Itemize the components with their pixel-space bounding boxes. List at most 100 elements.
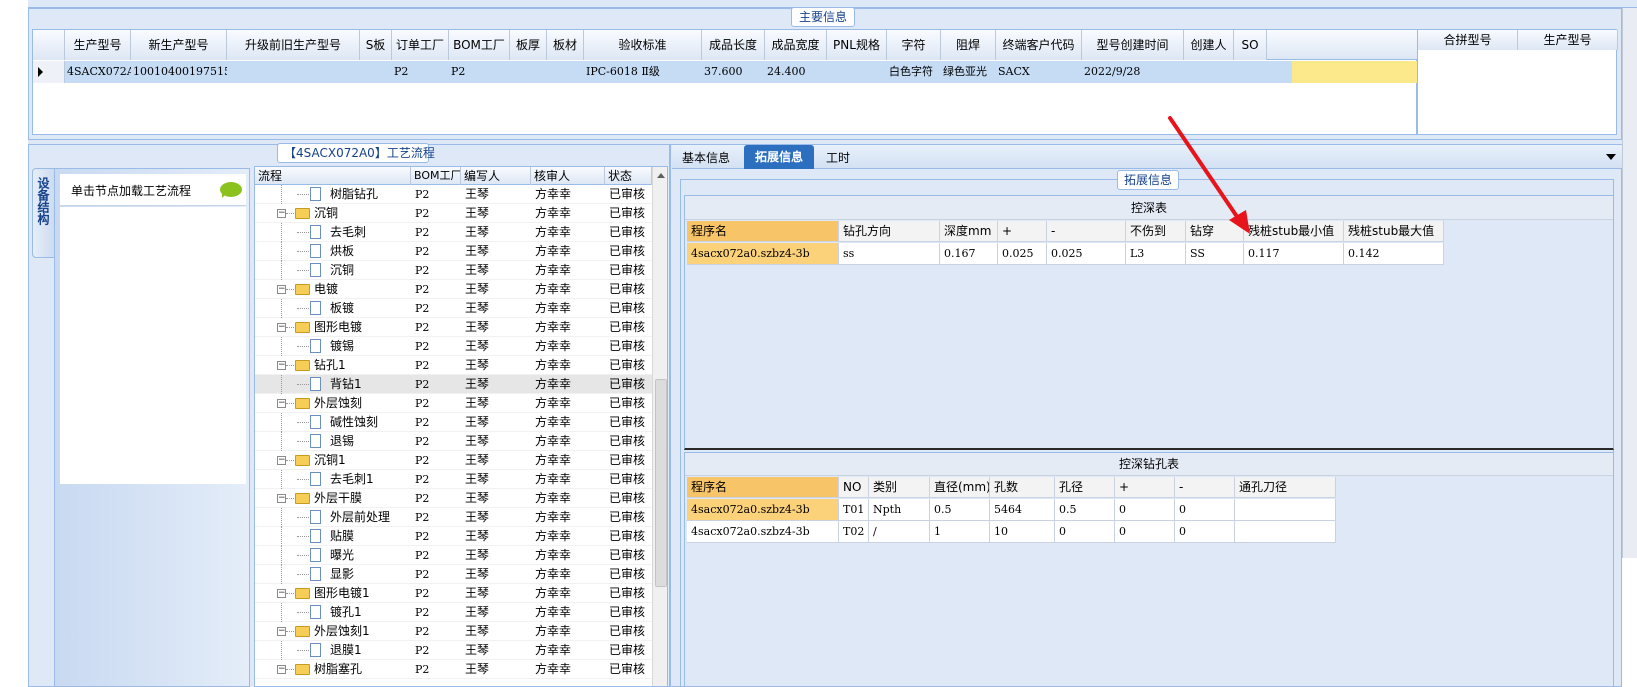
tree-row[interactable]: 板镀 P2 王琴 方幸幸 已审核 <box>255 299 652 318</box>
tree-cell-writer[interactable]: 王琴 <box>465 451 531 470</box>
collapse-toggle-icon[interactable]: − <box>277 285 286 294</box>
tree-cell-reviewer[interactable]: 方幸幸 <box>535 261 605 280</box>
tree-row[interactable]: − 外层蚀刻1 P2 王琴 方幸幸 已审核 <box>255 622 652 641</box>
table-row[interactable]: 4SACX072A010010400197515 P2P2 IPC-6018 Ⅱ级3… <box>33 61 1418 83</box>
tree-node-label[interactable]: 镀孔1 <box>330 603 410 622</box>
table-cell[interactable]: 0 <box>1175 499 1235 521</box>
tree-cell-status[interactable]: 已审核 <box>609 489 652 508</box>
table-cell[interactable]: 1 <box>930 521 990 543</box>
tree-cell-status[interactable]: 已审核 <box>609 242 652 261</box>
tree-row[interactable]: 树脂钻孔 P2 王琴 方幸幸 已审核 <box>255 185 652 204</box>
table-cell[interactable]: Npth <box>869 499 930 521</box>
tree-cell-reviewer[interactable]: 方幸幸 <box>535 204 605 223</box>
tree-cell-factory[interactable]: P2 <box>415 413 461 432</box>
main-col-header[interactable]: 订单工厂 <box>392 30 449 60</box>
tab-work-hours[interactable]: 工时 <box>818 147 858 169</box>
tree-cell-reviewer[interactable]: 方幸幸 <box>535 223 605 242</box>
vertical-scrollbar[interactable] <box>652 167 667 686</box>
table-cell[interactable]: T01 <box>839 499 869 521</box>
table-cell[interactable]: 4SACX072A0 <box>65 61 131 83</box>
tree-cell-factory[interactable]: P2 <box>415 280 461 299</box>
main-col-header[interactable]: 验收标准 <box>584 30 702 60</box>
tree-col-header[interactable]: 编写人 <box>461 167 531 185</box>
tree-node-label[interactable]: 去毛刺 <box>330 223 410 242</box>
tree-cell-factory[interactable]: P2 <box>415 261 461 280</box>
table-cell[interactable]: P2 <box>449 61 510 83</box>
tree-node-label[interactable]: 退锡 <box>330 432 410 451</box>
tree-cell-status[interactable]: 已审核 <box>609 394 652 413</box>
tree-cell-writer[interactable]: 王琴 <box>465 337 531 356</box>
tree-cell-reviewer[interactable]: 方幸幸 <box>535 280 605 299</box>
tree-cell-status[interactable]: 已审核 <box>609 318 652 337</box>
tree-node-label[interactable]: 树脂钻孔 <box>330 185 410 204</box>
table-cell[interactable] <box>547 61 584 83</box>
process-tree-grid[interactable]: 流程 BOM工厂 编写人 核审人 状态 树脂钻孔 P2 王琴 方幸幸 已审核 − 沉铜 P2 王琴 方幸幸… <box>254 166 668 687</box>
highlight-cell[interactable] <box>1292 61 1418 83</box>
collapse-toggle-icon[interactable]: − <box>277 323 286 332</box>
tree-cell-reviewer[interactable]: 方幸幸 <box>535 337 605 356</box>
device-tree[interactable] <box>60 207 246 484</box>
tree-node-label[interactable]: 图形电镀1 <box>314 584 410 603</box>
tree-row[interactable]: 烘板 P2 王琴 方幸幸 已审核 <box>255 242 652 261</box>
tree-cell-status[interactable]: 已审核 <box>609 356 652 375</box>
main-col-header[interactable]: 板材 <box>547 30 584 60</box>
detail.hole_table-col-header[interactable]: 程序名 <box>687 477 839 498</box>
tree-cell-status[interactable]: 已审核 <box>609 413 652 432</box>
tree-node-label[interactable]: 碱性蚀刻 <box>330 413 410 432</box>
detail.hole_table-col-header[interactable]: + <box>1115 477 1175 498</box>
tree-cell-reviewer[interactable]: 方幸幸 <box>535 565 605 584</box>
collapse-toggle-icon[interactable]: − <box>277 665 286 674</box>
detail.hole_table-col-header[interactable]: - <box>1175 477 1235 498</box>
tree-cell-reviewer[interactable]: 方幸幸 <box>535 394 605 413</box>
merge-col-header[interactable]: 合拼型号 <box>1418 30 1518 50</box>
main-col-header[interactable]: SO <box>1234 30 1267 60</box>
tree-cell-writer[interactable]: 王琴 <box>465 622 531 641</box>
tree-node-label[interactable]: 沉铜1 <box>314 451 410 470</box>
main-col-header[interactable]: 创建人 <box>1184 30 1234 60</box>
tree-cell-reviewer[interactable]: 方幸幸 <box>535 318 605 337</box>
tree-node-label[interactable]: 板镀 <box>330 299 410 318</box>
tree-cell-reviewer[interactable]: 方幸幸 <box>535 413 605 432</box>
tree-cell-reviewer[interactable]: 方幸幸 <box>535 527 605 546</box>
table-cell[interactable]: SS <box>1186 243 1244 265</box>
tree-row[interactable]: − 沉铜1 P2 王琴 方幸幸 已审核 <box>255 451 652 470</box>
tree-row[interactable]: 去毛刺 P2 王琴 方幸幸 已审核 <box>255 223 652 242</box>
detail.hole_table-col-header[interactable]: 孔数 <box>990 477 1055 498</box>
tree-row[interactable]: 曝光 P2 王琴 方幸幸 已审核 <box>255 546 652 565</box>
tree-cell-factory[interactable]: P2 <box>415 603 461 622</box>
tree-cell-writer[interactable]: 王琴 <box>465 470 531 489</box>
tree-node-label[interactable]: 贴膜 <box>330 527 410 546</box>
tree-cell-reviewer[interactable]: 方幸幸 <box>535 584 605 603</box>
merge-col-header[interactable]: 生产型号 <box>1518 30 1618 50</box>
table-cell[interactable]: 2022/9/28 <box>1082 61 1184 83</box>
tree-cell-factory[interactable]: P2 <box>415 565 461 584</box>
tree-row[interactable]: 贴膜 P2 王琴 方幸幸 已审核 <box>255 527 652 546</box>
tree-col-header[interactable]: 流程 <box>255 167 411 185</box>
table-cell[interactable]: 0.167 <box>940 243 998 265</box>
tree-cell-factory[interactable]: P2 <box>415 337 461 356</box>
tree-cell-factory[interactable]: P2 <box>415 660 461 679</box>
tree-cell-reviewer[interactable]: 方幸幸 <box>535 299 605 318</box>
tree-node-label[interactable]: 镀锡 <box>330 337 410 356</box>
tree-cell-factory[interactable]: P2 <box>415 584 461 603</box>
tree-cell-writer[interactable]: 王琴 <box>465 261 531 280</box>
tree-cell-status[interactable]: 已审核 <box>609 432 652 451</box>
table-cell[interactable] <box>1235 499 1336 521</box>
detail.depth_table-col-header[interactable]: 深度mm <box>940 221 998 242</box>
tree-cell-status[interactable]: 已审核 <box>609 660 652 679</box>
tree-row[interactable]: 显影 P2 王琴 方幸幸 已审核 <box>255 565 652 584</box>
main-col-header[interactable]: PNL规格 <box>827 30 887 60</box>
collapse-toggle-icon[interactable]: − <box>277 627 286 636</box>
load-process-hint[interactable]: 单击节点加载工艺流程 <box>60 174 246 206</box>
tree-cell-status[interactable]: 已审核 <box>609 527 652 546</box>
tree-cell-status[interactable]: 已审核 <box>609 337 652 356</box>
collapse-toggle-icon[interactable]: − <box>277 456 286 465</box>
tab-extended-info[interactable]: 拓展信息 <box>744 145 814 169</box>
tree-cell-reviewer[interactable]: 方幸幸 <box>535 660 605 679</box>
table-cell[interactable]: P2 <box>392 61 449 83</box>
detail.hole_table-col-header[interactable]: 直径(mm) <box>930 477 990 498</box>
tree-cell-status[interactable]: 已审核 <box>609 375 652 394</box>
tree-cell-factory[interactable]: P2 <box>415 451 461 470</box>
tree-cell-writer[interactable]: 王琴 <box>465 527 531 546</box>
tree-cell-reviewer[interactable]: 方幸幸 <box>535 489 605 508</box>
